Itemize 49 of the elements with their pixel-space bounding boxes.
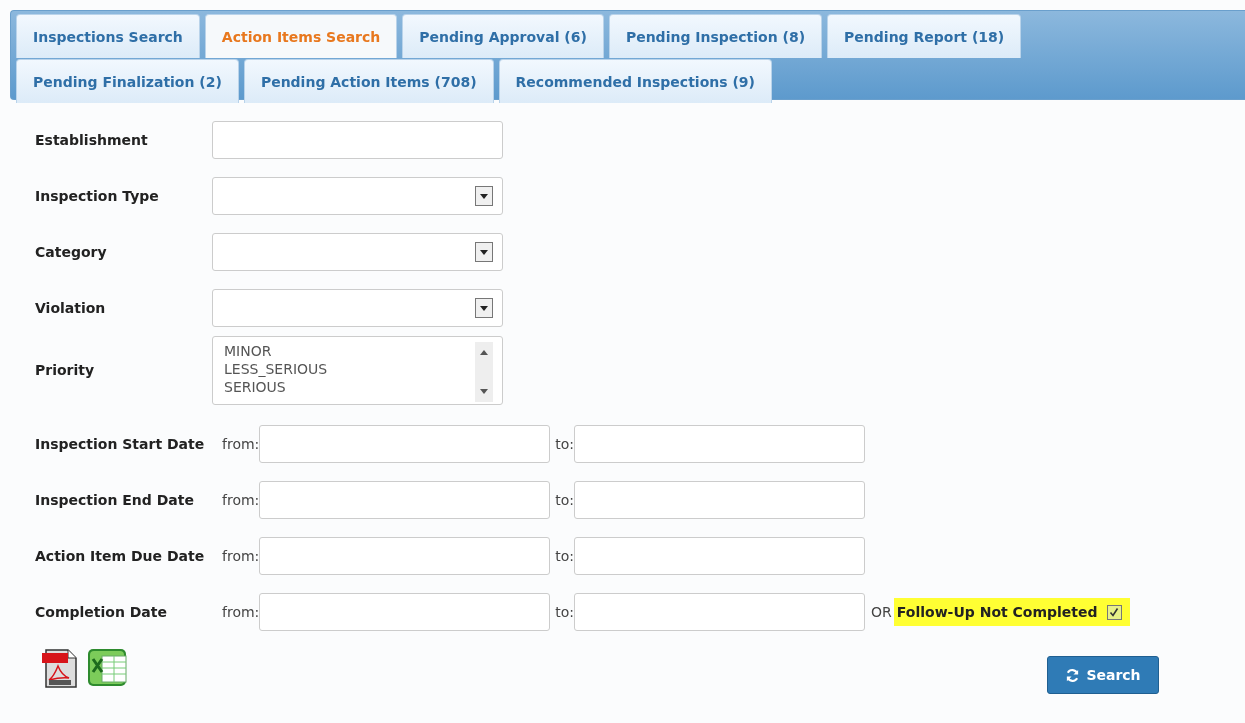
date-field[interactable] bbox=[259, 537, 551, 575]
list-box[interactable]: MINOR LESS_SERIOUS SERIOUS bbox=[212, 335, 503, 405]
field-label: Action Item Due Date bbox=[35, 548, 206, 564]
tab[interactable]: Pending Inspection (8) bbox=[608, 14, 823, 58]
refresh-icon bbox=[1065, 667, 1081, 683]
scrollbar[interactable] bbox=[475, 341, 493, 402]
field-label: Violation bbox=[35, 300, 107, 316]
date-field[interactable] bbox=[574, 481, 866, 519]
field-label: Priority bbox=[35, 362, 96, 378]
field-label: Inspection Type bbox=[35, 188, 160, 204]
list-option[interactable]: MINOR bbox=[224, 341, 328, 360]
to-label: to: bbox=[555, 548, 575, 564]
tab[interactable]: Inspections Search bbox=[16, 14, 200, 58]
field-label: Category bbox=[35, 244, 108, 260]
to-label: to: bbox=[555, 436, 575, 452]
from-label: from: bbox=[222, 492, 260, 508]
tab[interactable]: Pending Action Items (708) bbox=[243, 59, 494, 103]
from-label: from: bbox=[222, 548, 260, 564]
pdf-file-icon[interactable] bbox=[40, 646, 80, 688]
or-label: OR bbox=[871, 604, 892, 620]
field-label: Inspection Start Date bbox=[35, 436, 206, 452]
dropdown[interactable] bbox=[212, 233, 503, 271]
spreadsheet-icon[interactable] bbox=[86, 646, 130, 688]
date-field[interactable] bbox=[574, 593, 866, 631]
checkmark-icon bbox=[1108, 606, 1121, 618]
date-field[interactable] bbox=[574, 425, 866, 463]
tab[interactable]: Pending Report (18) bbox=[827, 14, 1022, 58]
date-field[interactable] bbox=[574, 537, 866, 575]
date-field[interactable] bbox=[259, 593, 551, 631]
list-option[interactable]: SERIOUS bbox=[224, 377, 328, 396]
list-option[interactable]: LESS_SERIOUS bbox=[224, 359, 328, 378]
field-label: Establishment bbox=[35, 132, 149, 148]
date-field[interactable] bbox=[259, 481, 551, 519]
from-label: from: bbox=[222, 604, 260, 620]
dropdown[interactable] bbox=[212, 289, 503, 327]
to-label: to: bbox=[555, 604, 575, 620]
dropdown[interactable] bbox=[212, 177, 503, 215]
tab[interactable]: Pending Finalization (2) bbox=[16, 59, 239, 103]
input-field[interactable] bbox=[212, 121, 503, 159]
field-label: Completion Date bbox=[35, 604, 168, 620]
from-label: from: bbox=[222, 436, 260, 452]
search-button[interactable]: Search bbox=[1047, 656, 1159, 694]
date-field[interactable] bbox=[259, 425, 551, 463]
tab[interactable]: Recommended Inspections (9) bbox=[498, 59, 772, 103]
field-label: Inspection End Date bbox=[35, 492, 195, 508]
follow-up-checkbox[interactable]: Follow-Up Not Completed bbox=[893, 598, 1130, 626]
tab[interactable]: Pending Approval (6) bbox=[402, 14, 604, 58]
tab[interactable]: Action Items Search bbox=[204, 14, 398, 58]
to-label: to: bbox=[555, 492, 575, 508]
